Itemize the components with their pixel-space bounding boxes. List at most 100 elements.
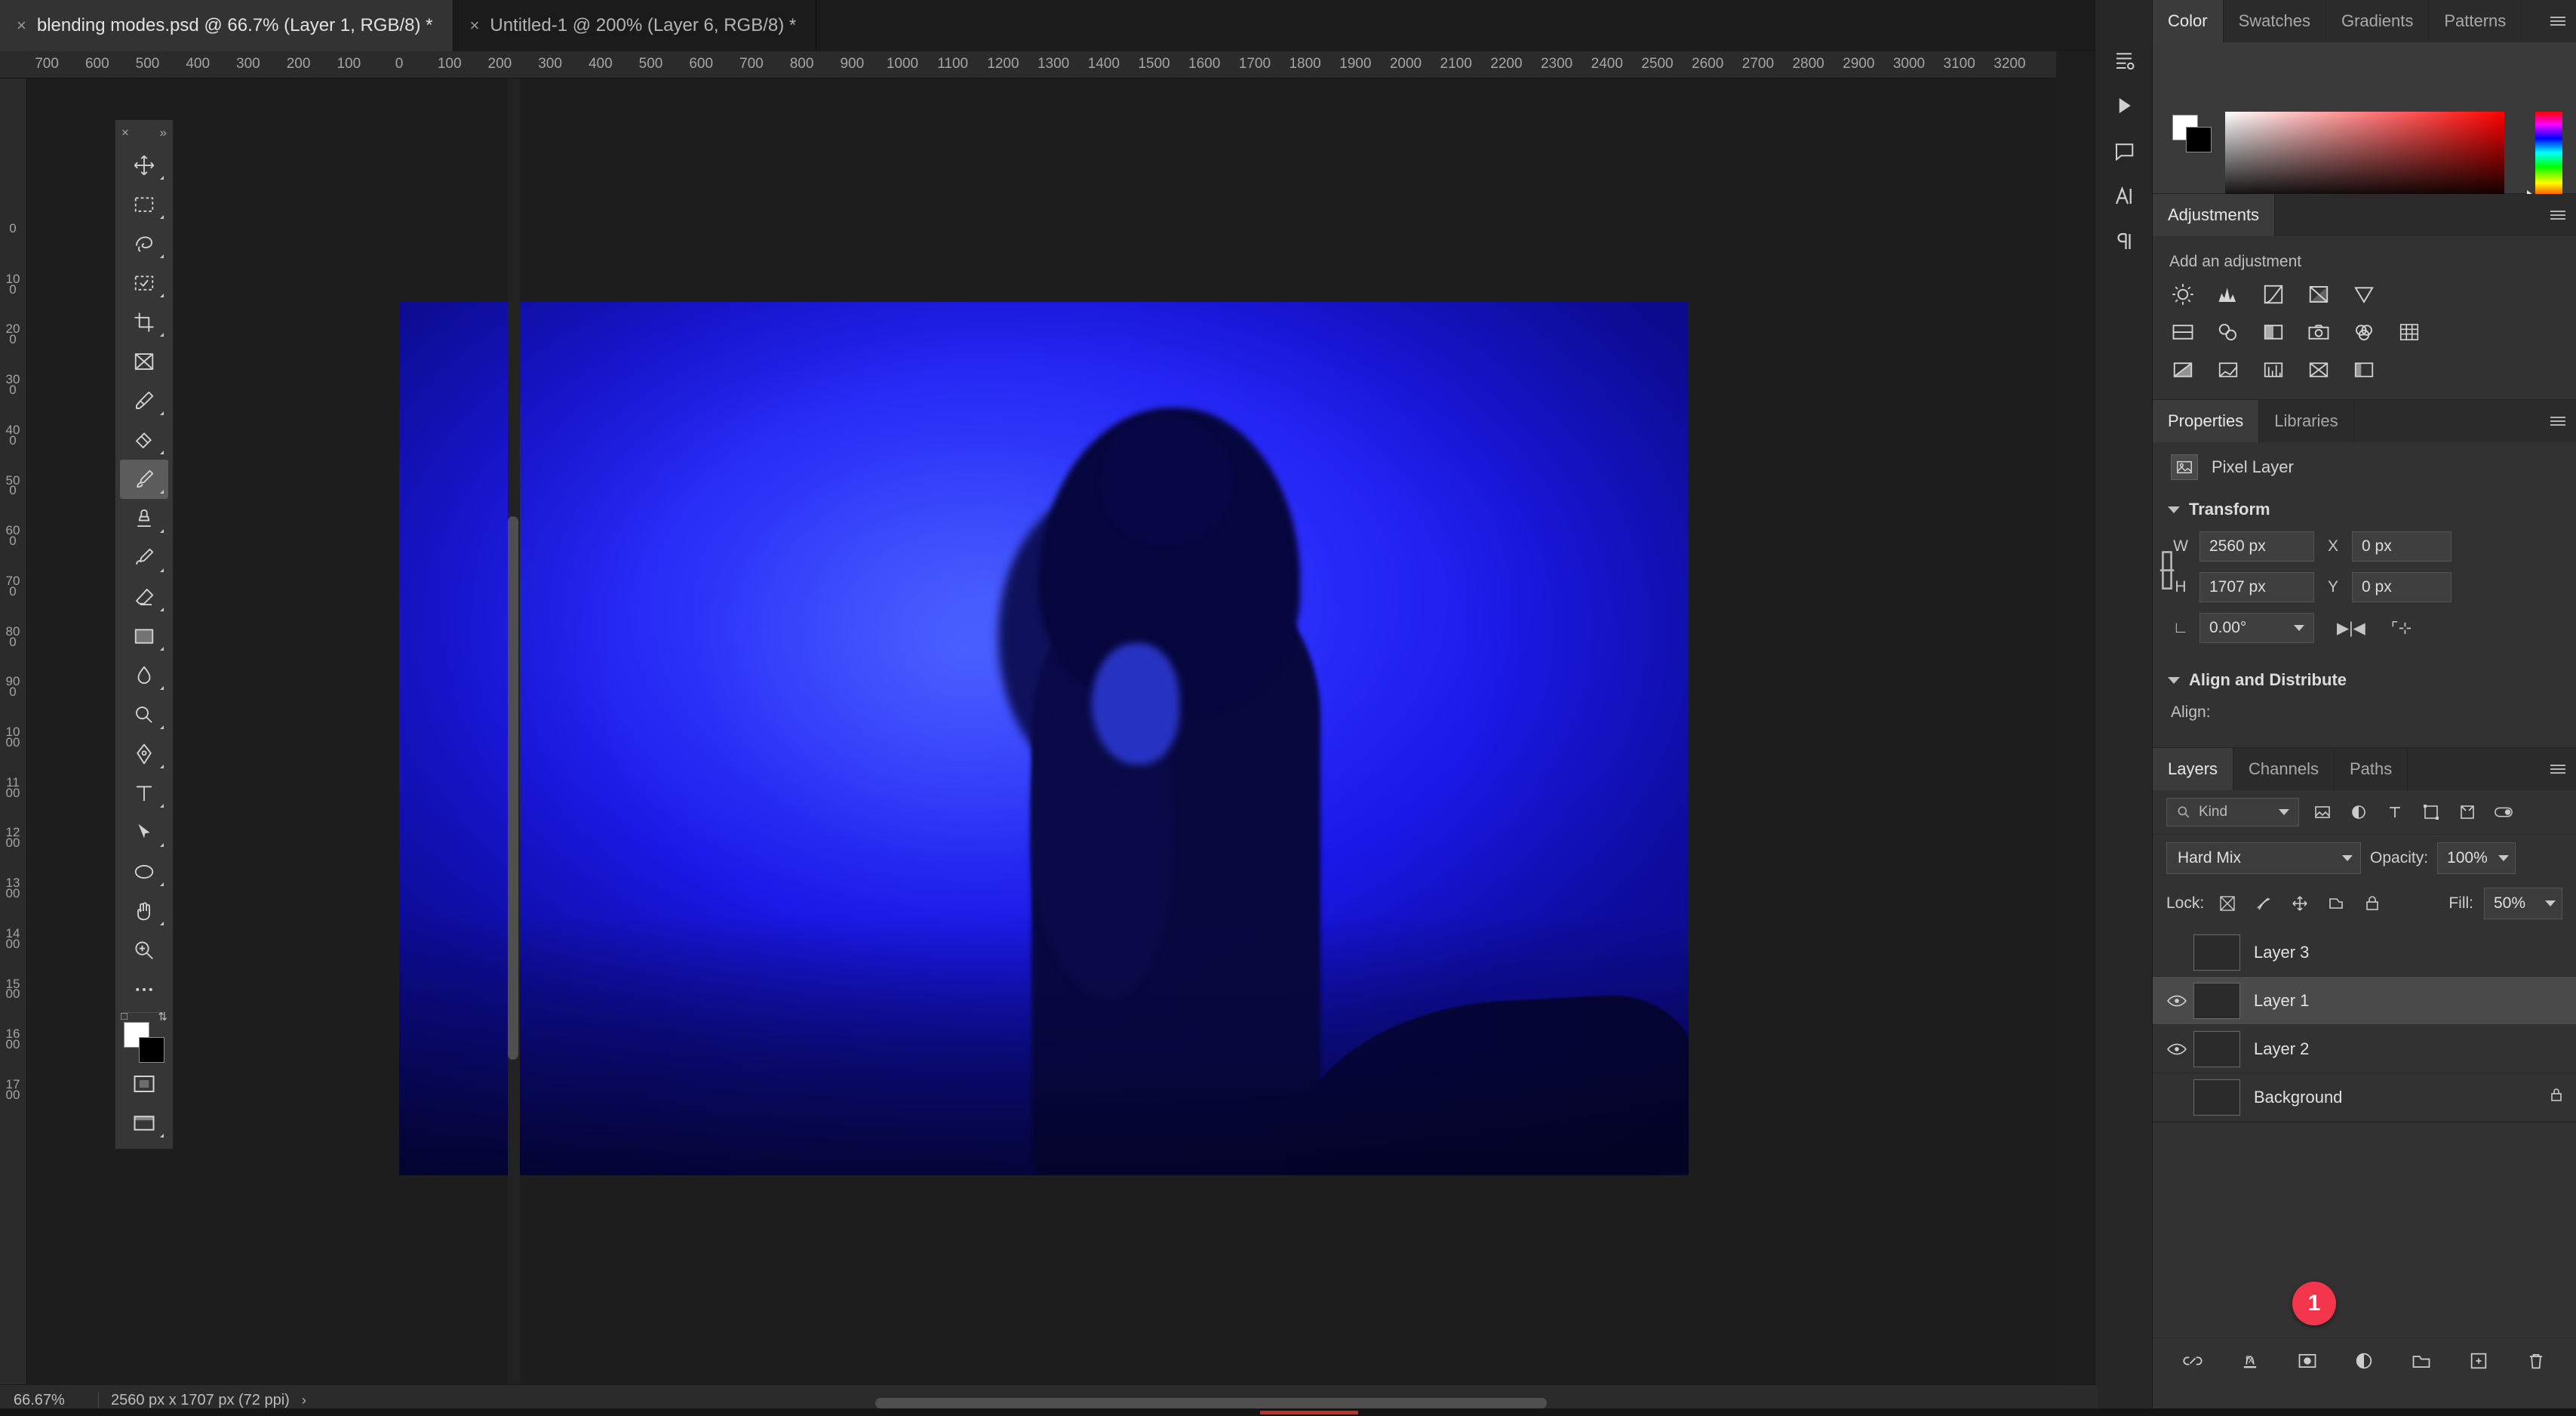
delete-layer-icon[interactable] — [2519, 1344, 2553, 1378]
tab-adjustments[interactable]: Adjustments — [2153, 194, 2276, 236]
tab-color[interactable]: Color — [2153, 0, 2224, 42]
tab-channels[interactable]: Channels — [2233, 748, 2335, 790]
document-tab-untitled-1[interactable]: × Untitled-1 @ 200% (Layer 6, RGB/8) * — [453, 0, 817, 51]
color-spectrum-field[interactable] — [2225, 112, 2504, 201]
panel-menu-icon[interactable] — [2550, 208, 2565, 222]
hue-slider[interactable] — [2535, 112, 2562, 201]
canvas-vertical-scrollbar[interactable] — [508, 516, 518, 1060]
table-row[interactable]: Background — [2153, 1073, 2576, 1122]
link-aspect-ratio-icon[interactable] — [2157, 549, 2177, 592]
transform-section-header[interactable]: Transform — [2153, 492, 2576, 527]
lasso-tool[interactable] — [120, 224, 168, 263]
vibrance-icon[interactable] — [2350, 282, 2378, 307]
blur-tool[interactable] — [120, 656, 168, 695]
tab-paths[interactable]: Paths — [2335, 748, 2408, 790]
filter-pixel-icon[interactable] — [2310, 799, 2335, 825]
posterize-icon[interactable] — [2215, 357, 2242, 383]
collapsed-panel-rail[interactable] — [2095, 0, 2152, 1416]
layer-thumbnail[interactable] — [2193, 1079, 2240, 1116]
layer-style-icon[interactable]: fx — [2233, 1344, 2267, 1378]
chevron-down-icon[interactable] — [2498, 855, 2510, 861]
pen-tool[interactable] — [120, 734, 168, 774]
zoom-level[interactable]: 66.67% — [0, 1392, 98, 1409]
threshold-icon[interactable] — [2260, 357, 2287, 383]
panel-menu-icon[interactable] — [2550, 762, 2565, 776]
lock-position-icon[interactable] — [2287, 891, 2313, 916]
document-artboard[interactable] — [399, 302, 1689, 1175]
color-panel-body[interactable] — [2153, 42, 2576, 202]
layers-panel-tabs[interactable]: Layers Channels Paths — [2153, 748, 2576, 790]
layer-thumbnail[interactable] — [2193, 982, 2240, 1019]
brush-tool[interactable] — [120, 460, 168, 499]
dodge-tool[interactable] — [120, 695, 168, 734]
history-brush-tool[interactable] — [120, 538, 168, 577]
rail-item-paragraph[interactable] — [2103, 220, 2145, 263]
color-balance-icon[interactable] — [2215, 319, 2242, 345]
chevron-down-icon[interactable] — [2294, 625, 2304, 631]
layer-thumbnail[interactable] — [2193, 934, 2240, 971]
close-icon[interactable]: × — [17, 17, 26, 34]
flip-horizontal-icon[interactable]: ▶|◀ — [2337, 619, 2365, 638]
brightness-contrast-icon[interactable] — [2169, 282, 2196, 307]
lock-artboard-nesting-icon[interactable] — [2323, 891, 2349, 916]
new-group-icon[interactable] — [2404, 1344, 2439, 1378]
tools-panel[interactable]: × » □ ⇅ — [115, 119, 174, 1150]
invert-icon[interactable] — [2169, 357, 2196, 383]
filter-toggle-icon[interactable] — [2491, 799, 2516, 825]
lock-transparent-pixels-icon[interactable] — [2215, 891, 2240, 916]
layer-list[interactable]: Layer 3 Layer 1 Layer 2 Background — [2153, 928, 2576, 1122]
fill-input[interactable]: 50% — [2484, 888, 2562, 919]
filter-shape-icon[interactable] — [2418, 799, 2444, 825]
panel-menu-icon[interactable] — [2550, 414, 2565, 428]
height-input[interactable]: 1707 px — [2199, 572, 2314, 602]
background-color-swatch[interactable] — [139, 1037, 164, 1063]
object-selection-tool[interactable] — [120, 263, 168, 303]
layer-mask-icon[interactable] — [2290, 1344, 2325, 1378]
spot-healing-brush-tool[interactable] — [120, 420, 168, 460]
rectangular-marquee-tool[interactable] — [120, 185, 168, 224]
document-tab-blending-modes[interactable]: × blending modes.psd @ 66.7% (Layer 1, R… — [0, 0, 453, 51]
screen-mode-button[interactable] — [120, 1104, 168, 1143]
levels-icon[interactable] — [2215, 282, 2242, 307]
x-input[interactable]: 0 px — [2352, 531, 2452, 562]
rail-item-history[interactable] — [2103, 39, 2145, 82]
tab-layers[interactable]: Layers — [2153, 748, 2234, 790]
color-swatches[interactable]: □ ⇅ — [121, 1010, 168, 1064]
type-tool[interactable] — [120, 774, 168, 813]
close-icon[interactable]: × — [121, 125, 129, 140]
chevron-down-icon[interactable] — [2545, 900, 2556, 907]
canvas-area[interactable] — [27, 78, 2056, 1384]
lock-all-icon[interactable] — [2359, 891, 2385, 916]
lock-image-pixels-icon[interactable] — [2251, 891, 2276, 916]
background-color-swatch[interactable] — [2186, 127, 2212, 152]
swap-colors-icon[interactable]: ⇅ — [158, 1010, 168, 1024]
color-panel-swatches[interactable] — [2172, 115, 2215, 152]
edit-toolbar[interactable] — [120, 970, 168, 1009]
properties-panel-tabs[interactable]: Properties Libraries — [2153, 400, 2576, 442]
adjustment-layer-icon[interactable] — [2347, 1344, 2381, 1378]
curves-icon[interactable] — [2260, 282, 2287, 307]
frame-tool[interactable] — [120, 342, 168, 381]
eraser-tool[interactable] — [120, 577, 168, 617]
tab-patterns[interactable]: Patterns — [2429, 0, 2522, 42]
rail-item-comments[interactable] — [2103, 130, 2145, 172]
expand-icon[interactable]: » — [160, 125, 167, 140]
flip-vertical-icon[interactable]: ⌜⊹ — [2391, 619, 2412, 638]
width-input[interactable]: 2560 px — [2199, 531, 2314, 562]
move-tool[interactable] — [120, 146, 168, 185]
tab-libraries[interactable]: Libraries — [2259, 400, 2354, 442]
gradient-map-icon[interactable] — [2305, 357, 2332, 383]
filter-type-icon[interactable] — [2382, 799, 2408, 825]
layer-visibility-icon[interactable] — [2160, 993, 2193, 1008]
black-white-icon[interactable] — [2260, 319, 2287, 345]
clone-stamp-tool[interactable] — [120, 499, 168, 538]
chevron-down-icon[interactable] — [2279, 809, 2289, 815]
table-row[interactable]: Layer 1 — [2153, 977, 2576, 1025]
hand-tool[interactable] — [120, 891, 168, 931]
close-icon[interactable]: × — [470, 17, 480, 34]
selective-color-icon[interactable] — [2350, 357, 2378, 383]
path-selection-tool[interactable] — [120, 813, 168, 852]
color-panel-tabs[interactable]: Color Swatches Gradients Patterns — [2153, 0, 2576, 42]
hue-saturation-icon[interactable] — [2169, 319, 2196, 345]
table-row[interactable]: Layer 2 — [2153, 1025, 2576, 1073]
